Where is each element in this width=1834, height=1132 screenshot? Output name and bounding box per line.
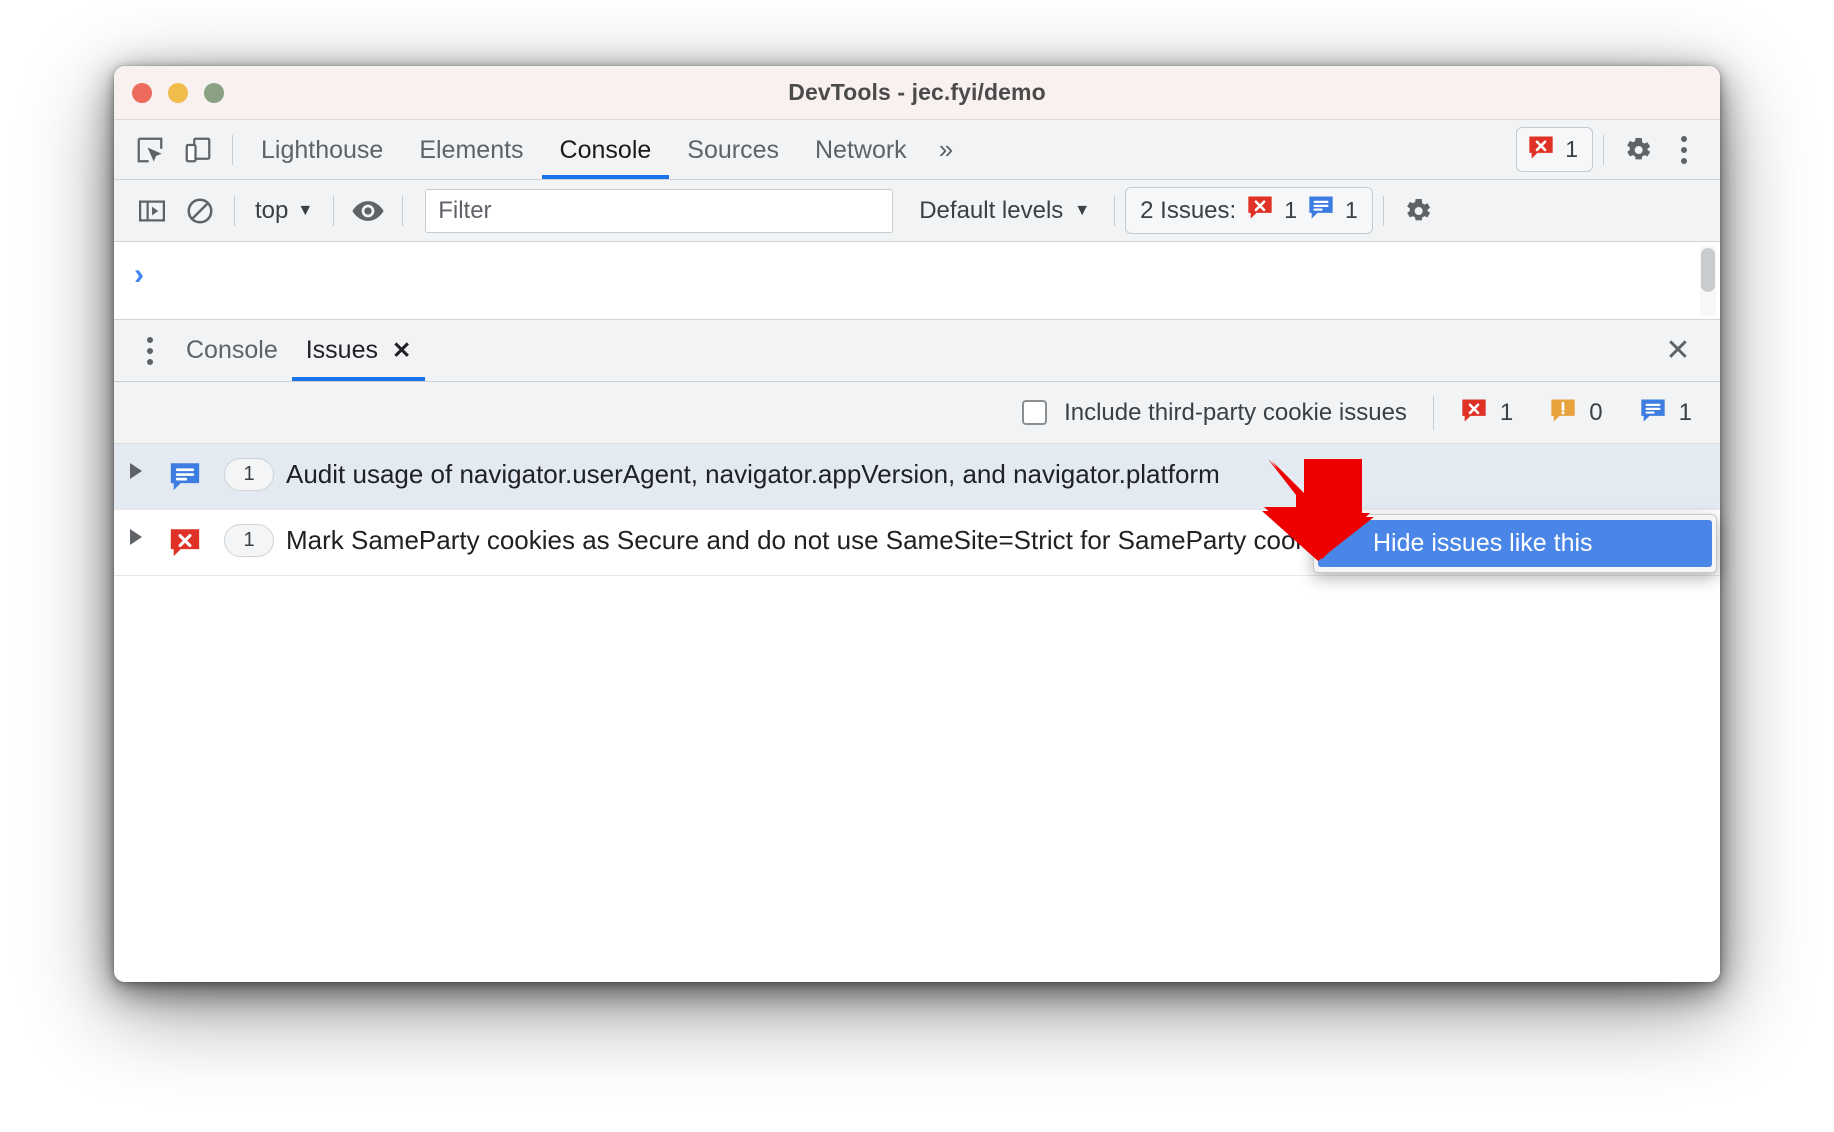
live-expression-icon[interactable] bbox=[344, 187, 392, 235]
chevron-down-icon: ▼ bbox=[297, 201, 314, 219]
console-toolbar-divider-1 bbox=[234, 195, 235, 226]
devtools-tabbar: Lighthouse Elements Console Sources Netw… bbox=[114, 120, 1720, 180]
tab-console[interactable]: Console bbox=[542, 121, 670, 179]
screenshot-root: DevTools - jec.fyi/demo Lighthouse Eleme… bbox=[0, 0, 1834, 1132]
window-title: DevTools - jec.fyi/demo bbox=[788, 79, 1046, 105]
issue-counts: 1 0 1 bbox=[1460, 396, 1692, 429]
console-toolbar-divider-3 bbox=[402, 195, 404, 226]
issue-count-badge: 1 bbox=[212, 523, 286, 557]
error-count-badge[interactable]: 1 bbox=[1516, 127, 1593, 172]
error-issue-icon bbox=[158, 523, 212, 559]
third-party-cookie-label: Include third-party cookie issues bbox=[1064, 398, 1407, 426]
tab-sources[interactable]: Sources bbox=[669, 121, 797, 179]
issue-count-value: 1 bbox=[224, 524, 274, 557]
close-drawer-button[interactable]: ✕ bbox=[1656, 329, 1700, 373]
log-levels-label: Default levels bbox=[919, 196, 1064, 224]
issues-toolbar-divider bbox=[1432, 395, 1434, 430]
info-icon bbox=[1307, 193, 1335, 228]
window-titlebar: DevTools - jec.fyi/demo bbox=[114, 66, 1720, 120]
more-tabs-icon[interactable]: » bbox=[925, 134, 967, 165]
drawer-tab-console[interactable]: Console bbox=[172, 320, 292, 381]
inspect-element-icon[interactable] bbox=[126, 126, 174, 174]
issues-summary-button[interactable]: 2 Issues: 1 1 bbox=[1125, 187, 1373, 234]
info-count-value: 1 bbox=[1678, 398, 1692, 426]
tab-network[interactable]: Network bbox=[797, 121, 925, 179]
close-icon[interactable]: ✕ bbox=[392, 320, 411, 381]
more-vertical-icon[interactable] bbox=[128, 329, 172, 373]
issue-count-badge: 1 bbox=[212, 457, 286, 491]
log-levels-dropdown[interactable]: Default levels ▼ bbox=[905, 197, 1104, 225]
issues-summary-label: 2 Issues: bbox=[1140, 196, 1237, 224]
console-toolbar-divider-2 bbox=[333, 195, 335, 226]
drawer-tab-issues[interactable]: Issues ✕ bbox=[292, 320, 426, 381]
third-party-cookie-checkbox-group[interactable]: Include third-party cookie issues bbox=[1022, 399, 1407, 427]
tab-elements[interactable]: Elements bbox=[401, 121, 541, 179]
issues-toolbar: Include third-party cookie issues 1 0 1 bbox=[114, 382, 1720, 444]
toolbar-divider bbox=[232, 134, 233, 165]
tabbar-right-actions: 1 bbox=[1516, 126, 1720, 174]
gear-icon[interactable] bbox=[1394, 187, 1442, 235]
error-count-value: 1 bbox=[1499, 398, 1514, 426]
drawer-tab-console-label: Console bbox=[186, 336, 278, 364]
execution-context-dropdown[interactable]: top ▼ bbox=[245, 197, 323, 225]
info-icon bbox=[1639, 396, 1667, 429]
console-sidebar-icon[interactable] bbox=[128, 187, 176, 235]
execution-context-label: top bbox=[255, 196, 289, 224]
issues-error-count: 1 bbox=[1284, 197, 1297, 223]
info-issue-icon bbox=[158, 457, 212, 493]
console-toolbar-divider-5 bbox=[1382, 195, 1384, 226]
console-toolbar: top ▼ Default levels ▼ 2 Issues: bbox=[114, 180, 1720, 242]
console-scrollbar[interactable] bbox=[1700, 246, 1716, 316]
drawer-tab-issues-label: Issues bbox=[305, 336, 378, 364]
more-vertical-icon[interactable] bbox=[1662, 128, 1706, 172]
warning-icon bbox=[1549, 396, 1577, 429]
filter-input[interactable] bbox=[425, 188, 894, 233]
console-toolbar-divider-4 bbox=[1114, 195, 1116, 226]
issue-title: Audit usage of navigator.userAgent, navi… bbox=[286, 459, 1220, 489]
gear-icon[interactable] bbox=[1614, 126, 1662, 174]
error-count-value: 1 bbox=[1565, 136, 1578, 162]
error-icon bbox=[1246, 193, 1274, 228]
expand-triangle-icon[interactable] bbox=[114, 457, 158, 479]
issue-count-value: 1 bbox=[224, 458, 274, 491]
tab-lighthouse[interactable]: Lighthouse bbox=[243, 121, 401, 179]
console-prompt-icon: › bbox=[134, 258, 144, 291]
devtools-drawer: Console Issues ✕ ✕ Include third-party c… bbox=[114, 320, 1720, 982]
error-icon bbox=[1527, 133, 1555, 166]
issue-row[interactable]: 1 Audit usage of navigator.userAgent, na… bbox=[114, 444, 1720, 510]
third-party-cookie-checkbox[interactable] bbox=[1022, 400, 1048, 425]
issues-info-count: 1 bbox=[1344, 197, 1358, 223]
clear-console-icon[interactable] bbox=[176, 187, 224, 235]
error-icon bbox=[1460, 396, 1488, 429]
expand-triangle-icon[interactable] bbox=[114, 523, 158, 545]
drawer-tabbar: Console Issues ✕ ✕ bbox=[114, 320, 1720, 382]
annotation-arrow-icon bbox=[1258, 455, 1378, 565]
tabbar-divider bbox=[1603, 134, 1604, 165]
warning-count-value: 0 bbox=[1589, 398, 1603, 426]
device-toolbar-icon[interactable] bbox=[174, 126, 222, 174]
chevron-down-icon: ▼ bbox=[1074, 201, 1091, 219]
console-output-area[interactable]: › bbox=[114, 242, 1720, 320]
